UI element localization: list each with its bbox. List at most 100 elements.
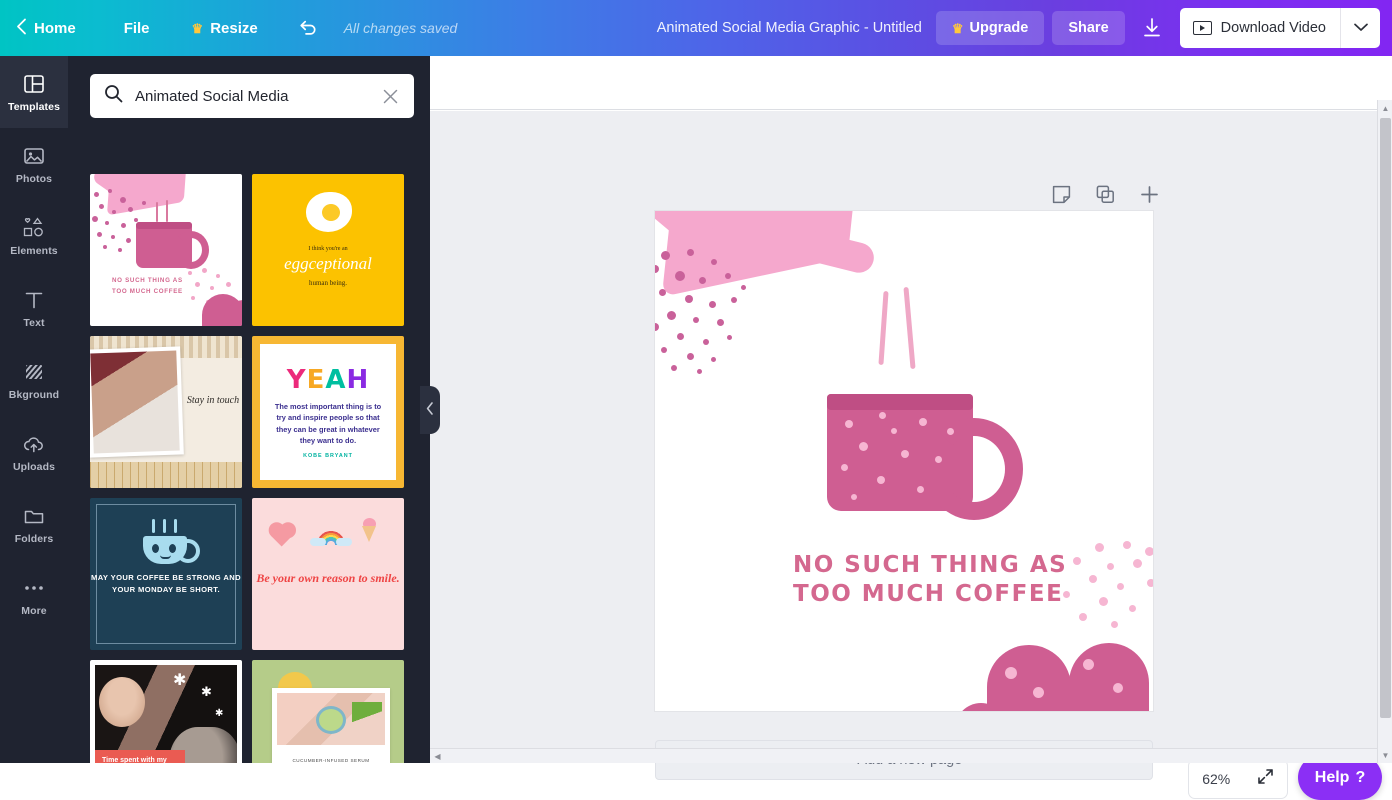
editor-canvas-scroll[interactable]: NO SUCH THING AS TOO MUCH COFFEE — [430, 111, 1392, 763]
template-card-coffee-mug-pink[interactable]: NO SUCH THING AS TOO MUCH COFFEE — [90, 174, 242, 326]
download-video-label: Download Video — [1221, 20, 1326, 36]
template-card-be-your-own-reason[interactable]: Be your own reason to smile. — [252, 498, 404, 650]
more-icon — [22, 576, 46, 600]
decor-cucumber-bowl — [316, 706, 346, 734]
undo-icon — [298, 19, 318, 37]
decor-blob — [987, 645, 1071, 711]
chevron-left-icon — [426, 402, 434, 418]
rail-label: Templates — [8, 101, 60, 113]
template-row: MAY YOUR COFFEE BE STRONG AND YOUR MONDA… — [90, 498, 408, 650]
search-input[interactable] — [123, 88, 379, 105]
resize-label: Resize — [210, 20, 258, 37]
horizontal-scrollbar[interactable]: ◀ — [430, 748, 1377, 763]
top-toolbar: Home File ♛ Resize All changes saved Ani… — [0, 0, 1392, 56]
scroll-up-arrow-icon[interactable]: ▲ — [1378, 100, 1392, 116]
template-card-cucumber-serum-green[interactable]: CUCUMBER-INFUSED SERUM MADE IN INVIGORAT… — [252, 660, 404, 763]
share-button[interactable]: Share — [1052, 11, 1124, 45]
canvas-caption-line1: NO SUCH THING AS — [793, 552, 1067, 578]
rail-item-uploads[interactable]: Uploads — [0, 416, 68, 488]
text-icon — [22, 288, 46, 312]
decor-steam — [163, 519, 166, 533]
uploads-icon — [22, 432, 46, 456]
rail-item-bkground[interactable]: Bkground — [0, 344, 68, 416]
download-options-dropdown[interactable] — [1340, 8, 1380, 48]
decor-dots-bottomright — [1059, 541, 1153, 651]
canvas-caption-line2: TOO MUCH COFFEE — [793, 581, 1063, 607]
rail-label: Elements — [10, 245, 58, 257]
add-page-icon[interactable] — [1138, 183, 1160, 205]
rail-item-folders[interactable]: Folders — [0, 488, 68, 560]
design-canvas-page[interactable]: NO SUCH THING AS TOO MUCH COFFEE — [655, 211, 1153, 711]
vertical-scrollbar-thumb[interactable] — [1380, 118, 1391, 718]
template-row: ✱ ✱ ✱ ✱ ✱ Time spent with my cat is the … — [90, 660, 408, 763]
template-caption: Be your own reason to smile. — [252, 570, 404, 586]
rail-item-elements[interactable]: Elements — [0, 200, 68, 272]
chevron-left-icon — [16, 18, 27, 39]
editor-area: NO SUCH THING AS TOO MUCH COFFEE — [430, 56, 1392, 763]
decor-mug — [827, 394, 973, 511]
zoom-level-label: 62% — [1202, 771, 1230, 787]
rail-item-templates[interactable]: Templates — [0, 56, 68, 128]
zoom-control[interactable]: 62% — [1188, 759, 1288, 799]
template-line1: I think you're an — [252, 246, 404, 252]
decor-steam — [166, 200, 168, 222]
template-card-cat-photo-red-label[interactable]: ✱ ✱ ✱ ✱ ✱ Time spent with my cat is the … — [90, 660, 242, 763]
video-icon — [1193, 21, 1212, 35]
top-toolbar-center: Animated Social Media Graphic - Untitled — [457, 20, 936, 36]
templates-panel: NO SUCH THING AS TOO MUCH COFFEE I think… — [68, 56, 430, 763]
undo-button[interactable] — [278, 19, 338, 37]
vertical-scrollbar[interactable]: ▲ ▼ — [1377, 100, 1392, 763]
scroll-down-arrow-icon[interactable]: ▼ — [1378, 747, 1392, 763]
file-menu-button[interactable]: File — [102, 0, 172, 56]
decor-steam — [903, 287, 915, 369]
chevron-down-icon — [1354, 19, 1368, 37]
left-rail: Templates Photos Elements Text Bkground … — [0, 56, 68, 763]
decor-steam — [152, 519, 155, 533]
template-results[interactable]: NO SUCH THING AS TOO MUCH COFFEE I think… — [68, 174, 430, 763]
decor-cloud — [310, 538, 326, 546]
decor-aloe — [352, 702, 382, 736]
crown-icon: ♛ — [192, 22, 204, 35]
download-video-button[interactable]: Download Video — [1180, 8, 1340, 48]
template-card-eggceptional-yellow[interactable]: I think you're an eggceptional human bei… — [252, 174, 404, 326]
rail-item-text[interactable]: Text — [0, 272, 68, 344]
rail-label: More — [21, 605, 47, 617]
upgrade-button[interactable]: ♛ Upgrade — [936, 11, 1044, 45]
decor-steam — [156, 202, 158, 222]
template-caption: Time spent with my cat is the best part … — [95, 750, 185, 764]
rail-label: Folders — [15, 533, 54, 545]
rail-item-photos[interactable]: Photos — [0, 128, 68, 200]
scroll-left-arrow-icon[interactable]: ◀ — [430, 752, 445, 761]
template-heading: YEAH — [287, 365, 369, 395]
template-row: NO SUCH THING AS TOO MUCH COFFEE I think… — [90, 174, 408, 326]
template-card-yeah-kobe-quote[interactable]: YEAH The most important thing is to try … — [252, 336, 404, 488]
clear-search-icon[interactable] — [379, 85, 402, 108]
elements-icon — [22, 216, 46, 240]
template-author: KOBE BRYANT — [303, 453, 353, 459]
canvas-caption[interactable]: NO SUCH THING AS TOO MUCH COFFEE — [793, 551, 1067, 609]
resize-button[interactable]: ♛ Resize — [172, 0, 278, 56]
question-mark-icon: ? — [1355, 769, 1365, 787]
decor-steam — [174, 519, 177, 533]
template-quote: The most important thing is to try and i… — [260, 401, 396, 447]
decor-heart — [271, 525, 293, 547]
template-row: Stay in touch YEAH The most important th… — [90, 336, 408, 488]
templates-icon — [22, 72, 46, 96]
expand-icon[interactable] — [1257, 768, 1274, 790]
duplicate-page-icon[interactable] — [1094, 183, 1116, 205]
rail-item-more[interactable]: More — [0, 560, 68, 632]
template-card-angry-coffee-navy[interactable]: MAY YOUR COFFEE BE STRONG AND YOUR MONDA… — [90, 498, 242, 650]
panel-collapse-handle[interactable] — [420, 386, 440, 434]
home-button[interactable]: Home — [0, 0, 102, 56]
template-label: CUCUMBER-INFUSED SERUM — [272, 758, 390, 763]
document-title[interactable]: Animated Social Media Graphic - Untitled — [657, 20, 922, 36]
download-button[interactable] — [1133, 9, 1171, 47]
download-video-group: Download Video — [1180, 8, 1380, 48]
template-card-stay-in-touch-photo[interactable]: Stay in touch — [90, 336, 242, 488]
notes-icon[interactable] — [1050, 183, 1072, 205]
decor-photo — [90, 346, 184, 457]
rail-label: Text — [23, 317, 44, 329]
search-box[interactable] — [90, 74, 414, 118]
decor-polaroid: CUCUMBER-INFUSED SERUM — [272, 688, 390, 763]
template-line3: human being. — [252, 279, 404, 287]
